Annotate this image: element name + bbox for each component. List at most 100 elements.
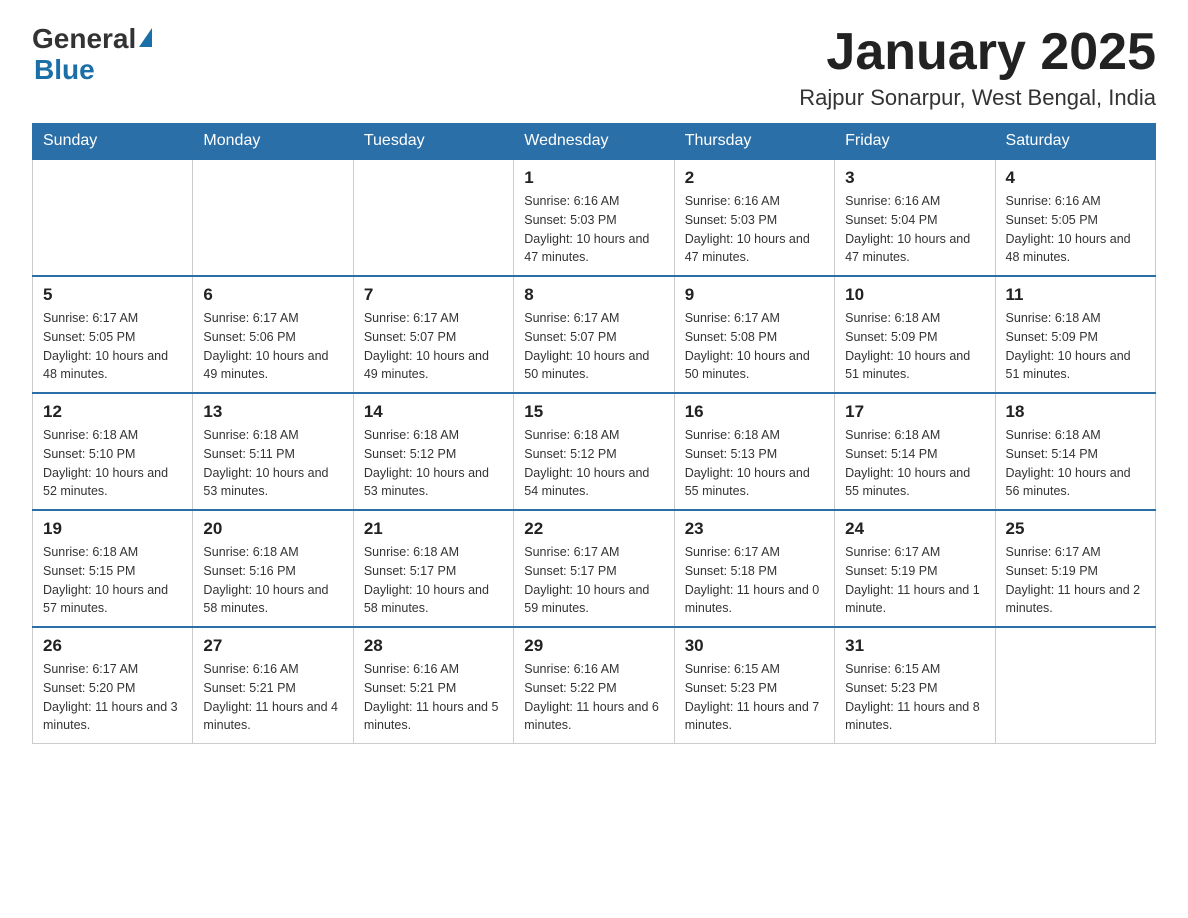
calendar-cell: 10 Sunrise: 6:18 AMSunset: 5:09 PMDayligh… xyxy=(835,276,995,393)
calendar-cell: 2 Sunrise: 6:16 AMSunset: 5:03 PMDaylight… xyxy=(674,159,834,276)
calendar-cell: 1 Sunrise: 6:16 AMSunset: 5:03 PMDaylight… xyxy=(514,159,674,276)
day-info: Sunrise: 6:17 AMSunset: 5:05 PMDaylight:… xyxy=(43,309,182,384)
calendar-cell: 28Sunrise: 6:16 AMSunset: 5:21 PMDayligh… xyxy=(353,627,513,744)
day-info: Sunrise: 6:16 AMSunset: 5:03 PMDaylight:… xyxy=(524,192,663,267)
day-info: Sunrise: 6:15 AMSunset: 5:23 PMDaylight:… xyxy=(845,660,984,735)
calendar-cell: 4 Sunrise: 6:16 AMSunset: 5:05 PMDaylight… xyxy=(995,159,1155,276)
day-number: 15 xyxy=(524,402,663,422)
calendar-cell: 21 Sunrise: 6:18 AMSunset: 5:17 PMDayligh… xyxy=(353,510,513,627)
day-number: 6 xyxy=(203,285,342,305)
calendar-header-row: SundayMondayTuesdayWednesdayThursdayFrid… xyxy=(33,124,1156,160)
header-thursday: Thursday xyxy=(674,124,834,160)
day-info: Sunrise: 6:18 AMSunset: 5:12 PMDaylight:… xyxy=(364,426,503,501)
day-number: 25 xyxy=(1006,519,1145,539)
day-number: 17 xyxy=(845,402,984,422)
day-number: 14 xyxy=(364,402,503,422)
week-row-3: 12Sunrise: 6:18 AMSunset: 5:10 PMDayligh… xyxy=(33,393,1156,510)
page-header: General Blue January 2025 Rajpur Sonarpu… xyxy=(32,24,1156,111)
logo-triangle-icon xyxy=(139,28,152,47)
day-info: Sunrise: 6:17 AMSunset: 5:17 PMDaylight:… xyxy=(524,543,663,618)
header-friday: Friday xyxy=(835,124,995,160)
day-number: 5 xyxy=(43,285,182,305)
calendar-cell: 17 Sunrise: 6:18 AMSunset: 5:14 PMDayligh… xyxy=(835,393,995,510)
calendar-cell xyxy=(995,627,1155,744)
day-info: Sunrise: 6:18 AMSunset: 5:16 PMDaylight:… xyxy=(203,543,342,618)
day-number: 19 xyxy=(43,519,182,539)
day-number: 21 xyxy=(364,519,503,539)
day-number: 20 xyxy=(203,519,342,539)
header-wednesday: Wednesday xyxy=(514,124,674,160)
day-number: 24 xyxy=(845,519,984,539)
day-info: Sunrise: 6:17 AMSunset: 5:07 PMDaylight:… xyxy=(524,309,663,384)
day-number: 10 xyxy=(845,285,984,305)
day-number: 3 xyxy=(845,168,984,188)
day-number: 29 xyxy=(524,636,663,656)
day-number: 4 xyxy=(1006,168,1145,188)
day-info: Sunrise: 6:18 AMSunset: 5:09 PMDaylight:… xyxy=(845,309,984,384)
calendar-cell: 13 Sunrise: 6:18 AMSunset: 5:11 PMDayligh… xyxy=(193,393,353,510)
page-subtitle: Rajpur Sonarpur, West Bengal, India xyxy=(799,85,1156,111)
calendar-cell: 14 Sunrise: 6:18 AMSunset: 5:12 PMDayligh… xyxy=(353,393,513,510)
calendar-cell: 25Sunrise: 6:17 AMSunset: 5:19 PMDayligh… xyxy=(995,510,1155,627)
week-row-1: 1 Sunrise: 6:16 AMSunset: 5:03 PMDaylight… xyxy=(33,159,1156,276)
logo-blue-text: Blue xyxy=(34,55,152,86)
calendar-cell: 27Sunrise: 6:16 AMSunset: 5:21 PMDayligh… xyxy=(193,627,353,744)
calendar-cell: 24Sunrise: 6:17 AMSunset: 5:19 PMDayligh… xyxy=(835,510,995,627)
day-info: Sunrise: 6:16 AMSunset: 5:03 PMDaylight:… xyxy=(685,192,824,267)
calendar-cell: 6 Sunrise: 6:17 AMSunset: 5:06 PMDaylight… xyxy=(193,276,353,393)
day-info: Sunrise: 6:17 AMSunset: 5:20 PMDaylight:… xyxy=(43,660,182,735)
day-info: Sunrise: 6:18 AMSunset: 5:15 PMDaylight:… xyxy=(43,543,182,618)
calendar-table: SundayMondayTuesdayWednesdayThursdayFrid… xyxy=(32,123,1156,744)
header-monday: Monday xyxy=(193,124,353,160)
calendar-cell: 16Sunrise: 6:18 AMSunset: 5:13 PMDayligh… xyxy=(674,393,834,510)
day-info: Sunrise: 6:16 AMSunset: 5:22 PMDaylight:… xyxy=(524,660,663,735)
day-info: Sunrise: 6:18 AMSunset: 5:14 PMDaylight:… xyxy=(1006,426,1145,501)
day-info: Sunrise: 6:18 AMSunset: 5:13 PMDaylight:… xyxy=(685,426,824,501)
day-number: 8 xyxy=(524,285,663,305)
calendar-cell: 30 Sunrise: 6:15 AMSunset: 5:23 PMDayligh… xyxy=(674,627,834,744)
calendar-cell: 7 Sunrise: 6:17 AMSunset: 5:07 PMDaylight… xyxy=(353,276,513,393)
calendar-cell: 23 Sunrise: 6:17 AMSunset: 5:18 PMDayligh… xyxy=(674,510,834,627)
calendar-cell: 22 Sunrise: 6:17 AMSunset: 5:17 PMDayligh… xyxy=(514,510,674,627)
calendar-cell: 3 Sunrise: 6:16 AMSunset: 5:04 PMDaylight… xyxy=(835,159,995,276)
header-sunday: Sunday xyxy=(33,124,193,160)
day-number: 9 xyxy=(685,285,824,305)
day-number: 11 xyxy=(1006,285,1145,305)
day-info: Sunrise: 6:18 AMSunset: 5:17 PMDaylight:… xyxy=(364,543,503,618)
page-title: January 2025 xyxy=(799,24,1156,81)
logo: General Blue xyxy=(32,24,152,86)
day-info: Sunrise: 6:18 AMSunset: 5:09 PMDaylight:… xyxy=(1006,309,1145,384)
calendar-cell xyxy=(33,159,193,276)
header-saturday: Saturday xyxy=(995,124,1155,160)
day-info: Sunrise: 6:17 AMSunset: 5:08 PMDaylight:… xyxy=(685,309,824,384)
day-info: Sunrise: 6:16 AMSunset: 5:21 PMDaylight:… xyxy=(203,660,342,735)
week-row-4: 19 Sunrise: 6:18 AMSunset: 5:15 PMDayligh… xyxy=(33,510,1156,627)
day-number: 23 xyxy=(685,519,824,539)
day-info: Sunrise: 6:16 AMSunset: 5:04 PMDaylight:… xyxy=(845,192,984,267)
day-info: Sunrise: 6:16 AMSunset: 5:05 PMDaylight:… xyxy=(1006,192,1145,267)
day-number: 7 xyxy=(364,285,503,305)
day-info: Sunrise: 6:17 AMSunset: 5:18 PMDaylight:… xyxy=(685,543,824,618)
calendar-cell: 15Sunrise: 6:18 AMSunset: 5:12 PMDayligh… xyxy=(514,393,674,510)
day-number: 13 xyxy=(203,402,342,422)
day-info: Sunrise: 6:17 AMSunset: 5:07 PMDaylight:… xyxy=(364,309,503,384)
day-number: 22 xyxy=(524,519,663,539)
calendar-cell xyxy=(353,159,513,276)
day-number: 18 xyxy=(1006,402,1145,422)
day-number: 2 xyxy=(685,168,824,188)
day-info: Sunrise: 6:17 AMSunset: 5:06 PMDaylight:… xyxy=(203,309,342,384)
calendar-cell: 12Sunrise: 6:18 AMSunset: 5:10 PMDayligh… xyxy=(33,393,193,510)
day-info: Sunrise: 6:18 AMSunset: 5:14 PMDaylight:… xyxy=(845,426,984,501)
day-number: 30 xyxy=(685,636,824,656)
logo-general-text: General xyxy=(32,24,136,55)
calendar-cell: 26Sunrise: 6:17 AMSunset: 5:20 PMDayligh… xyxy=(33,627,193,744)
day-number: 31 xyxy=(845,636,984,656)
calendar-cell: 20 Sunrise: 6:18 AMSunset: 5:16 PMDayligh… xyxy=(193,510,353,627)
calendar-cell: 11 Sunrise: 6:18 AMSunset: 5:09 PMDayligh… xyxy=(995,276,1155,393)
day-info: Sunrise: 6:15 AMSunset: 5:23 PMDaylight:… xyxy=(685,660,824,735)
calendar-cell: 8 Sunrise: 6:17 AMSunset: 5:07 PMDaylight… xyxy=(514,276,674,393)
day-info: Sunrise: 6:16 AMSunset: 5:21 PMDaylight:… xyxy=(364,660,503,735)
day-number: 1 xyxy=(524,168,663,188)
day-info: Sunrise: 6:18 AMSunset: 5:11 PMDaylight:… xyxy=(203,426,342,501)
day-info: Sunrise: 6:18 AMSunset: 5:10 PMDaylight:… xyxy=(43,426,182,501)
